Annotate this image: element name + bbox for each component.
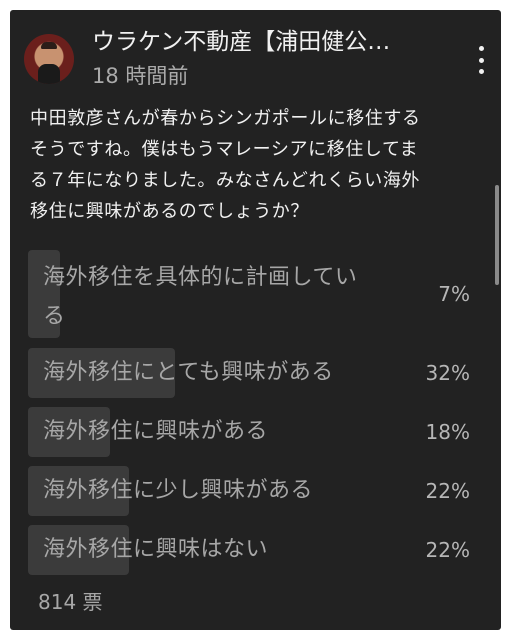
vote-count: 814 票 bbox=[38, 590, 103, 614]
post-timestamp[interactable]: 18 時間前 bbox=[92, 61, 188, 91]
poll-option-label: 海外移住を具体的に計画してい る bbox=[43, 265, 358, 329]
more-dot-middle bbox=[478, 57, 484, 63]
poll-option-percent: 32% bbox=[425, 361, 470, 385]
poll-option-label: 海外移住に興味がある bbox=[43, 419, 269, 444]
community-post-card: ウラケン不動産【浦田健公… 18 時間前 中田敦彦さんが春からシンガポールに移住… bbox=[10, 10, 501, 630]
vertical-scrollbar[interactable] bbox=[495, 185, 499, 285]
more-vertical-icon[interactable] bbox=[472, 46, 490, 74]
channel-name[interactable]: ウラケン不動産【浦田健公… bbox=[92, 27, 447, 57]
poll-option-label: 海外移住に興味はない bbox=[43, 537, 269, 562]
post-text: 中田敦彦さんが春からシンガポールに移住する そうですね。僕はもうマレーシアに移住… bbox=[30, 108, 421, 222]
poll-option-3[interactable]: 海外移住に興味がある 18% bbox=[28, 407, 486, 457]
more-dot-bottom bbox=[478, 69, 484, 74]
channel-avatar[interactable] bbox=[24, 34, 74, 84]
poll-option-5[interactable]: 海外移住に興味はない 22% bbox=[28, 525, 486, 575]
poll-option-percent: 7% bbox=[438, 282, 470, 306]
poll-option-label: 海外移住に少し興味がある bbox=[43, 478, 314, 503]
poll-option-percent: 22% bbox=[425, 479, 470, 503]
poll-option-2[interactable]: 海外移住にとても興味がある 32% bbox=[28, 348, 486, 398]
poll-option-percent: 22% bbox=[425, 538, 470, 562]
more-dot-top bbox=[478, 46, 484, 51]
poll-option-percent: 18% bbox=[425, 420, 470, 444]
poll-option-1[interactable]: 海外移住を具体的に計画してい る 7% bbox=[28, 250, 486, 338]
poll-option-4[interactable]: 海外移住に少し興味がある 22% bbox=[28, 466, 486, 516]
poll-option-label: 海外移住にとても興味がある bbox=[43, 360, 334, 385]
